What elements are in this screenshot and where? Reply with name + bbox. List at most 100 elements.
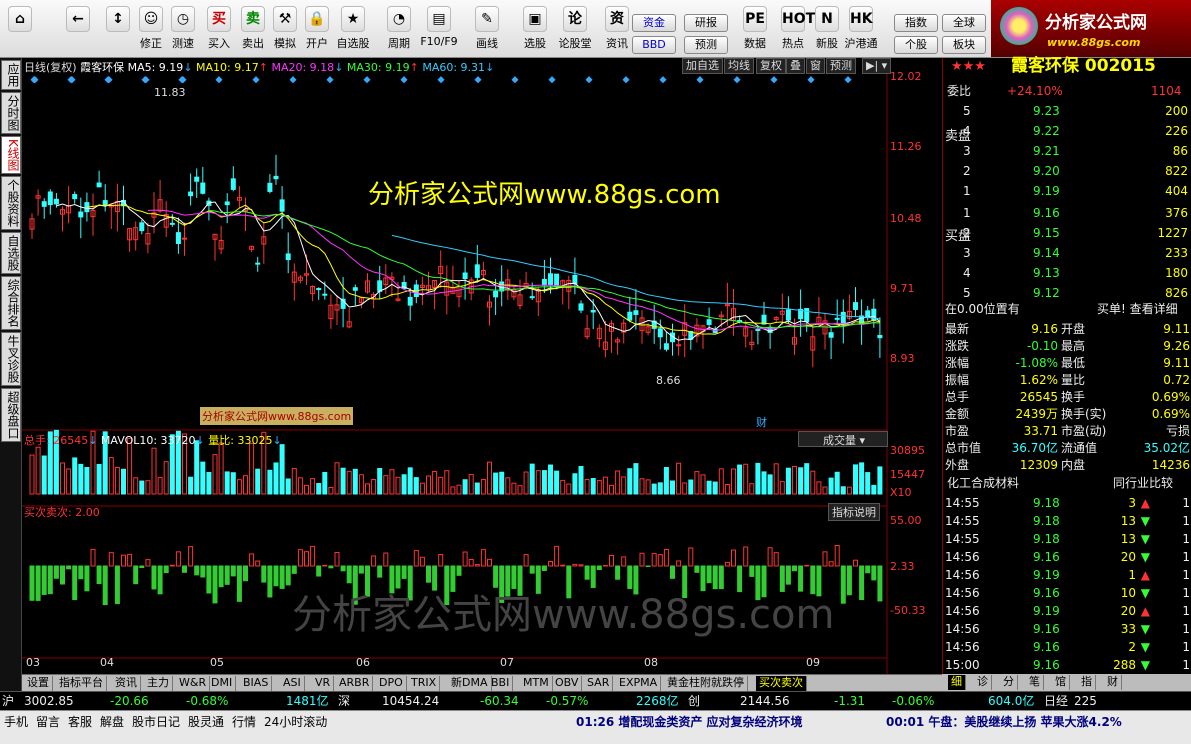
toolbar-btn-11[interactable]: ▤ F10/F9	[420, 6, 458, 56]
stat-value2: 0.72	[1163, 373, 1190, 387]
toolbar-small-btn-4[interactable]: 指数	[894, 14, 938, 32]
news-ticker-1[interactable]: 01:26 增配现金类资产 应对复杂经济环境	[576, 713, 803, 730]
candle	[572, 257, 578, 295]
indicator-bar	[578, 564, 584, 567]
right-tab-0[interactable]: 细	[948, 675, 966, 690]
toolbar-btn-5[interactable]: 买买入	[200, 6, 238, 56]
tick-row: 14:56 9.16 2 ▼ 1	[943, 638, 1191, 656]
toolbar-btn-1[interactable]: ←	[64, 6, 92, 56]
bottom-link-3[interactable]: 解盘	[100, 713, 124, 730]
chart-control-3[interactable]: 叠	[786, 58, 805, 74]
indicator-tab-8[interactable]: VR	[312, 676, 335, 691]
kline-chart-area[interactable]: 日线(复权) 霞客环保 MA5: 9.19↓ MA10: 9.17↑ MA20:…	[22, 58, 942, 674]
toolbar-small-btn-3[interactable]: 预测	[684, 36, 728, 54]
toolbar-small-btn-0[interactable]: 资金	[632, 14, 676, 32]
leftnav-item-0[interactable]: 应用	[1, 60, 21, 90]
indicator-tab-11[interactable]: TRIX	[408, 676, 441, 691]
leftnav-item-3[interactable]: 个股资料	[1, 175, 21, 230]
indicator-tab-14[interactable]: MTM	[520, 676, 553, 691]
toolbar-btn-0[interactable]: ⌂	[6, 6, 34, 56]
indicator-tab-1[interactable]: 指标平台	[56, 676, 107, 691]
bottom-link-2[interactable]: 客服	[68, 713, 92, 730]
sh-amount: 1481亿	[286, 694, 329, 708]
indicator-tab-18[interactable]: 黄金柱附就跌停	[664, 676, 748, 691]
bottom-link-0[interactable]: 手机	[4, 713, 28, 730]
toolbar-small-btn-6[interactable]: 全球	[942, 14, 986, 32]
leftnav-item-4[interactable]: 自选股	[1, 231, 21, 274]
finance-marker[interactable]: 财	[756, 414, 767, 430]
chart-control-1[interactable]: 均线	[724, 58, 754, 74]
toolbar-small-btn-1[interactable]: BBD	[632, 36, 676, 54]
bottom-link-4[interactable]: 股市日记	[132, 713, 180, 730]
leftnav-item-5[interactable]: 综合排名	[1, 275, 21, 330]
indicator-tab-15[interactable]: OBV	[552, 676, 583, 691]
toolbar-btn-2[interactable]: ↕	[104, 6, 132, 56]
toolbar-btn-4[interactable]: ◷ 测速	[164, 6, 202, 56]
bottom-link-5[interactable]: 股灵通	[188, 713, 224, 730]
candle	[462, 257, 468, 300]
industry-button[interactable]: 同行业比较	[1113, 474, 1173, 492]
news-ticker-2[interactable]: 00:01 午盘：美股继续上扬 苹果大涨4.2%	[886, 713, 1122, 730]
volume-bar	[877, 466, 883, 495]
indicator-tab-19[interactable]: 买次卖次	[756, 676, 807, 691]
chart-control-0[interactable]: 加自选	[682, 58, 723, 74]
chart-control-2[interactable]: 复权	[756, 58, 786, 74]
right-tab-5[interactable]: 指	[1078, 675, 1096, 690]
toolbar-btn-16[interactable]: PE 数据	[736, 6, 774, 56]
right-tab-2[interactable]: 分	[1000, 675, 1018, 690]
toolbar-btn-15[interactable]: 资资讯	[598, 6, 636, 56]
leftnav-item-2[interactable]: K线图	[1, 136, 21, 174]
volume-bar	[304, 484, 309, 495]
toolbar-btn-12[interactable]: ✎ 画线	[468, 6, 506, 56]
indicator-tab-13[interactable]: BBI	[488, 676, 514, 691]
indicator-tab-12[interactable]: 新DMA	[448, 676, 492, 691]
toolbar-btn-10[interactable]: ◔ 周期	[380, 6, 418, 56]
volume-bar	[218, 442, 224, 495]
bottom-link-7[interactable]: 24小时滚动	[264, 713, 327, 730]
chart-control-5[interactable]: 预测	[826, 58, 856, 74]
indicator-tab-7[interactable]: ASI	[280, 676, 305, 691]
toolbar-btn-14[interactable]: 论论股堂	[556, 6, 594, 56]
tick-price: 9.16	[1033, 640, 1060, 654]
toolbar-small-btn-2[interactable]: 研报	[684, 14, 728, 32]
candle	[749, 330, 755, 351]
indicator-tab-9[interactable]: ARBR	[336, 676, 374, 691]
indicator-tab-2[interactable]: 资讯	[112, 676, 141, 691]
indicator-tab-17[interactable]: EXPMA	[616, 676, 662, 691]
volume-bar	[529, 463, 535, 495]
indicator-bar	[767, 547, 773, 567]
leftnav-item-6[interactable]: 牛叉诊股	[1, 331, 21, 386]
toolbar-btn-8[interactable]: 🔒 开户	[298, 6, 336, 56]
toolbar-btn-18[interactable]: N 新股	[808, 6, 846, 56]
chart-menu-icon[interactable]: ▶| ▾	[862, 58, 892, 74]
position-link[interactable]: 买单! 查看详细	[1097, 300, 1178, 318]
toolbar-btn-9[interactable]: ★ 自选股	[334, 6, 372, 56]
indicator-tab-16[interactable]: SAR	[584, 676, 614, 691]
leftnav-item-7[interactable]: 超级盘口	[1, 387, 21, 442]
right-tab-4[interactable]: 馆	[1052, 675, 1070, 690]
right-tab-3[interactable]: 笔	[1026, 675, 1044, 690]
indicator-tab-6[interactable]: BIAS	[240, 676, 273, 691]
indicator-tab-10[interactable]: DPO	[376, 676, 407, 691]
leftnav-item-1[interactable]: 分时图	[1, 92, 21, 134]
indicator-tab-4[interactable]: W&R	[176, 676, 211, 691]
bottom-link-1[interactable]: 留言	[36, 713, 60, 730]
right-tab-6[interactable]: 财	[1104, 675, 1122, 690]
indicator-tab-5[interactable]: DMI	[208, 676, 237, 691]
volume-dropdown[interactable]: 成交量 ▾	[798, 431, 888, 447]
toolbar-small-btn-7[interactable]: 板块	[942, 36, 986, 54]
indicator-bar	[297, 549, 303, 567]
indicator-tab-3[interactable]: 主力	[144, 676, 173, 691]
toolbar-btn-13[interactable]: ▣ 选股	[516, 6, 554, 56]
toolbar-small-btn-5[interactable]: 个股	[894, 36, 938, 54]
indicator-tab-0[interactable]: 设置	[24, 676, 53, 691]
toolbar-btn-17[interactable]: HOT 热点	[774, 6, 815, 56]
tick-price: 9.16	[1033, 622, 1060, 636]
toolbar-btn-19[interactable]: HK 沪港通	[842, 6, 880, 56]
chart-control-4[interactable]: 窗	[806, 58, 825, 74]
sell-price: 9.20	[1033, 164, 1060, 178]
bottom-link-6[interactable]: 行情	[232, 713, 256, 730]
right-tab-1[interactable]: 诊	[974, 675, 992, 690]
diamond-marker	[585, 76, 593, 84]
indicator-help-button[interactable]: 指标说明	[828, 503, 880, 521]
